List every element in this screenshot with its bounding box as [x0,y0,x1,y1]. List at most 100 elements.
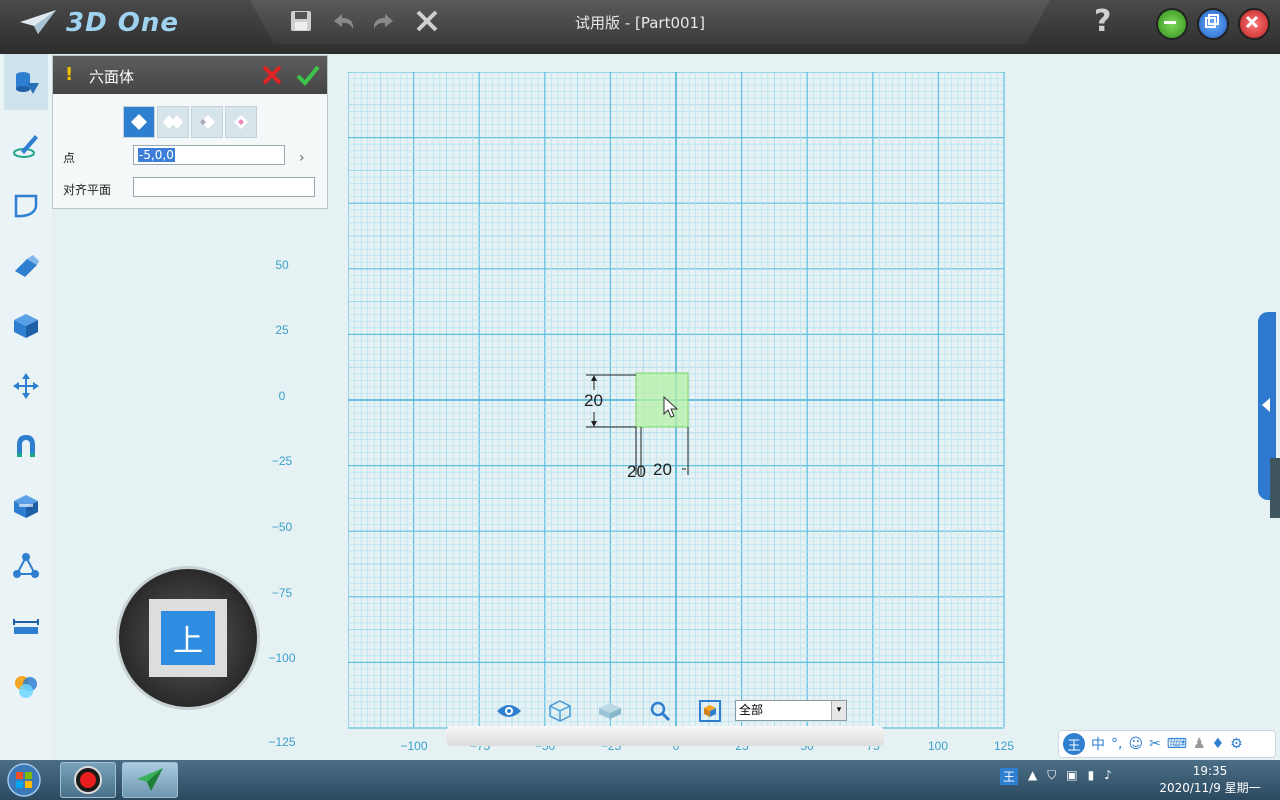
assembly-tool[interactable] [8,488,44,524]
ime-tools-icon[interactable]: ✂ [1149,736,1161,752]
basic-solid-tool[interactable] [4,54,48,110]
pen-sketch-icon [13,135,38,158]
y-tick-label: 25 [275,323,289,337]
ime-skin-icon[interactable]: ♦ [1212,736,1225,752]
point-label: 点 [63,151,76,165]
x-tick-label: 125 [994,739,1014,753]
system-tray: 王 ▲ ⛉ ▣ ▮ ♪ [1000,768,1112,785]
collapse-arrow-icon [1262,398,1270,412]
zoom-button[interactable] [646,698,674,724]
layered-cube-icon [599,703,621,719]
magnet-icon [17,435,35,457]
cube-icon [14,314,38,338]
tray-network-icon[interactable]: ▮ [1088,768,1095,785]
taskbar-3done-app[interactable] [122,762,178,798]
measure-tool[interactable] [8,608,44,644]
color-palette-icon [15,676,37,698]
mode-boolean-subtract-button[interactable] [225,106,257,138]
point-input[interactable]: -5,0,0 [133,145,285,165]
align-plane-label: 对齐平面 [63,183,112,197]
mode-double-button[interactable] [157,106,189,138]
mode-buttons [123,106,257,138]
ime-user-icon[interactable]: ♟ [1193,736,1206,752]
close-window-button[interactable] [1238,8,1270,40]
view-toggle-button[interactable] [495,698,523,724]
ime-punctuation-icon[interactable]: °, [1111,736,1122,752]
clock-time: 19:35 [1192,764,1228,778]
mode-boolean-add-button[interactable] [191,106,223,138]
render-mode-button[interactable] [696,698,724,724]
cylinder-shape-icon [16,72,39,94]
bottom-toolbar-shelf [446,726,884,746]
tray-expand-icon[interactable]: ▲ [1028,768,1037,785]
box-assembly-icon [14,495,38,518]
panel-cancel-button[interactable] [259,62,285,88]
close-document-button[interactable] [412,6,442,36]
tray-ime-icon[interactable]: 王 [1000,768,1019,785]
clock-date: 2020/11/9 星期一 [1159,781,1261,795]
diamond-icon [131,114,147,130]
taskbar: 王 ▲ ⛉ ▣ ▮ ♪ 19:35 2020/11/9 星期一 [0,760,1280,800]
transform-tool[interactable] [8,368,44,404]
view-cube[interactable]: 上 [116,566,260,710]
chevron-right-icon[interactable]: › [299,150,305,166]
ime-keyboard-icon[interactable]: ⌨ [1167,736,1187,752]
chevron-down-icon[interactable]: ▾ [831,701,846,720]
taskbar-clock[interactable]: 19:35 2020/11/9 星期一 [1150,763,1270,797]
save-icon [291,11,311,31]
ime-logo-icon[interactable]: 王 [1063,733,1085,755]
feature-tool[interactable] [8,248,44,284]
app-logo[interactable]: 3D One [18,8,179,38]
taskbar-recorder-app[interactable] [60,762,116,798]
y-tick-label: −25 [272,454,293,468]
paper-plane-icon [137,768,163,791]
app-logo-text: 3D One [66,8,179,38]
tray-volume-icon[interactable]: ♪ [1104,768,1112,785]
minimize-icon [1164,21,1176,24]
panel-title: 六面体 [89,68,135,86]
paper-plane-icon [20,10,56,34]
tray-security-icon[interactable]: ⛉ [1047,768,1056,785]
wireframe-view-button[interactable] [546,698,574,724]
mode-single-button[interactable] [123,106,155,138]
y-tick-label: −75 [272,586,293,600]
adsorb-tool[interactable] [8,428,44,464]
sketch-tool[interactable] [8,128,44,164]
wireframe-cube-icon [549,700,571,722]
ime-settings-icon[interactable]: ⚙ [1230,736,1243,752]
left-toolbar [0,54,53,760]
view-cube-top-face[interactable]: 上 [161,611,215,665]
ime-emoji-icon[interactable]: ☺ [1128,736,1143,752]
selection-filter-dropdown[interactable]: 全部 ▾ [735,700,847,721]
align-plane-input[interactable] [133,177,315,197]
hexahedron-panel: ! 六面体 点 -5,0,0 › 对齐平面 [52,55,328,209]
magnifier-icon [650,701,671,722]
save-button[interactable] [286,6,316,36]
windows-orb-icon [7,763,41,797]
framed-cube-icon [699,700,721,722]
special-function-tool[interactable] [8,308,44,344]
double-diamond-icon [163,115,183,129]
array-tool[interactable] [8,548,44,584]
redo-button[interactable] [369,6,399,36]
restore-icon [1205,14,1219,28]
point-input-value: -5,0,0 [138,148,175,162]
checkmark-icon [296,65,320,86]
tray-device-icon[interactable]: ▣ [1066,768,1077,785]
material-render-tool[interactable] [8,668,44,704]
start-button[interactable] [4,762,44,798]
y-tick-label: 0 [279,389,286,403]
undo-button[interactable] [328,6,358,36]
right-scroll-handle[interactable] [1270,458,1280,518]
shaded-view-button[interactable] [596,698,624,724]
minimize-button[interactable] [1156,8,1188,40]
ime-mode-toggle[interactable]: 中 [1091,734,1105,754]
panel-confirm-button[interactable] [295,62,321,88]
panel-header: ! 六面体 [53,56,327,94]
selection-filter-value: 全部 [739,703,764,717]
ruler-measure-icon [13,619,39,634]
eye-icon [497,705,521,717]
sketch-edit-tool[interactable] [8,188,44,224]
help-button[interactable]: ? [1094,4,1111,39]
restore-button[interactable] [1197,8,1229,40]
